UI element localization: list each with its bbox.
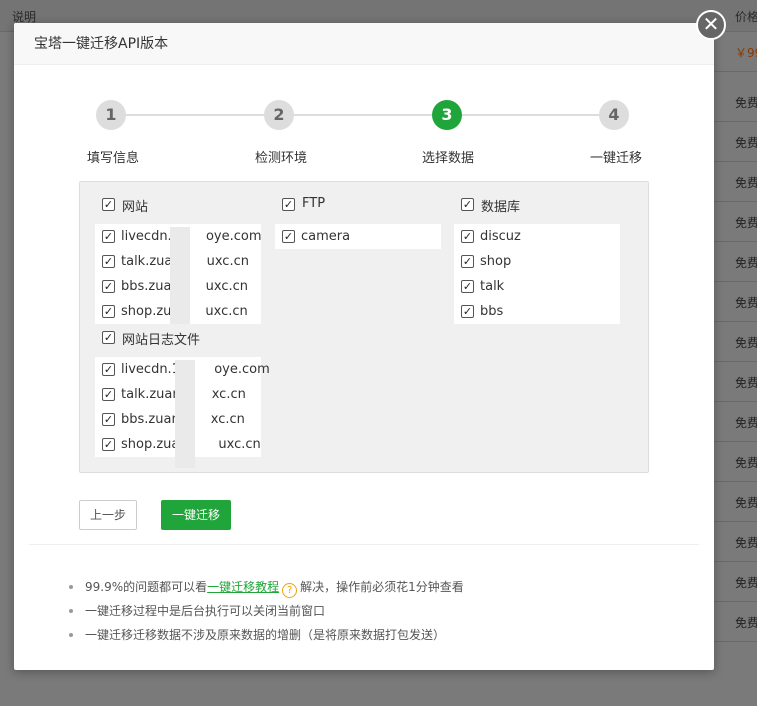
step-3-circle: 3 [432,100,462,130]
site-group-label: 网站 [122,200,149,215]
database-group-checkbox[interactable]: ✓ 数据库 [461,196,581,215]
table-row: 免费 [714,482,757,522]
checkbox-checked-icon: ✓ [102,388,115,401]
close-icon[interactable]: ✕ [696,10,726,40]
table-row: 免费 [714,162,757,202]
price-value: 免费 [735,536,757,550]
checkbox-checked-icon: ✓ [102,413,115,426]
table-row: 免费 [714,602,757,642]
price-value: 免费 [735,496,757,510]
table-row: 免费 [714,562,757,602]
price-value: 免费 [735,136,757,150]
one-click-migrate-button[interactable]: 一键迁移 [161,500,231,530]
divider [29,544,699,545]
site-log-group-label: 网站日志文件 [122,333,201,348]
database-list: ✓ discuz ✓ shop ✓ talk ✓ bbs [454,224,620,324]
redaction-mask [175,360,195,468]
checkbox-checked-icon: ✓ [102,198,115,211]
table-row: 免费 [714,202,757,242]
step-4-label: 一键迁移 [590,151,643,166]
previous-step-button[interactable]: 上一步 [79,500,137,530]
price-value: 免费 [735,216,757,230]
price-value: ￥99 [735,46,757,60]
ftp-list: ✓ camera [275,224,441,249]
checkbox-checked-icon: ✓ [102,305,115,318]
step-connector [461,114,601,116]
step-3-label: 选择数据 [422,151,475,166]
price-value: 免费 [735,256,757,270]
table-row: 免费 [714,82,757,122]
price-value: 免费 [735,296,757,310]
table-row: 免费 [714,442,757,482]
step-2-circle: 2 [264,100,294,130]
table-row: 免费 [714,122,757,162]
checkbox-checked-icon: ✓ [102,280,115,293]
checkbox-checked-icon: ✓ [461,255,474,268]
list-item[interactable]: ✓ discuz [454,224,620,249]
site-log-group-checkbox[interactable]: ✓ 网站日志文件 [102,329,242,348]
checkbox-checked-icon: ✓ [102,255,115,268]
header-price: 价格 [735,10,757,24]
notes-list: 99.9%的问题都可以看一键迁移教程? 解决，操作前必须花1分钟查看 一键迁移过程… [69,578,464,650]
step-2-label: 检测环境 [255,151,308,166]
price-value: 免费 [735,176,757,190]
checkbox-checked-icon: ✓ [102,363,115,376]
step-1-label: 填写信息 [87,151,140,166]
list-item[interactable]: ✓ talk [454,274,620,299]
note-item: 一键迁移过程中是后台执行可以关闭当前窗口 [69,602,464,626]
checkbox-checked-icon: ✓ [282,230,295,243]
price-value: 免费 [735,416,757,430]
question-circle-icon[interactable]: ? [282,583,298,598]
checkbox-checked-icon: ✓ [461,305,474,318]
table-row: 免费 [714,522,757,562]
checkbox-checked-icon: ✓ [461,230,474,243]
data-selection-panel: ✓ 网站 ✓ livecdn.1 oye.com ✓ talk.zuan uxc.c… [79,181,649,473]
step-connector [125,114,265,116]
site-group-checkbox[interactable]: ✓ 网站 [102,196,222,215]
table-row: 免费 [714,242,757,282]
price-value: 免费 [735,576,757,590]
migration-tutorial-link[interactable]: 一键迁移教程 [207,580,279,594]
list-item[interactable]: ✓ shop [454,249,620,274]
list-item[interactable]: ✓ bbs [454,299,620,324]
redaction-mask [170,227,190,324]
checkbox-checked-icon: ✓ [282,198,295,211]
list-item[interactable]: ✓ camera [275,224,441,249]
step-1-circle: 1 [96,100,126,130]
checkbox-checked-icon: ✓ [461,280,474,293]
table-row: 免费 [714,282,757,322]
ftp-group-checkbox[interactable]: ✓ FTP [282,196,402,214]
price-value: 免费 [735,616,757,630]
database-group-label: 数据库 [481,200,521,215]
table-row: ￥99 [714,32,757,72]
checkbox-checked-icon: ✓ [102,438,115,451]
checkbox-checked-icon: ✓ [461,198,474,211]
table-row: 免费 [714,402,757,442]
price-value: 免费 [735,376,757,390]
table-row: 免费 [714,322,757,362]
price-value: 免费 [735,96,757,110]
note-item: 一键迁移迁移数据不涉及原来数据的增删（是将原来数据打包发送） [69,626,464,650]
checkbox-checked-icon: ✓ [102,230,115,243]
step-indicator: 1 2 3 4 填写信息 检测环境 选择数据 一键迁移 [14,65,714,175]
price-value: 免费 [735,456,757,470]
ftp-group-label: FTP [302,196,326,211]
table-row: 免费 [714,362,757,402]
step-connector [293,114,433,116]
step-4-circle: 4 [599,100,629,130]
migration-dialog: 宝塔一键迁移API版本 1 2 3 4 填写信息 检测环境 选择数据 一键迁移 … [14,23,714,670]
price-value: 免费 [735,336,757,350]
note-item: 99.9%的问题都可以看一键迁移教程? 解决，操作前必须花1分钟查看 [69,578,464,602]
checkbox-checked-icon: ✓ [102,331,115,344]
dialog-title: 宝塔一键迁移API版本 [14,23,714,65]
